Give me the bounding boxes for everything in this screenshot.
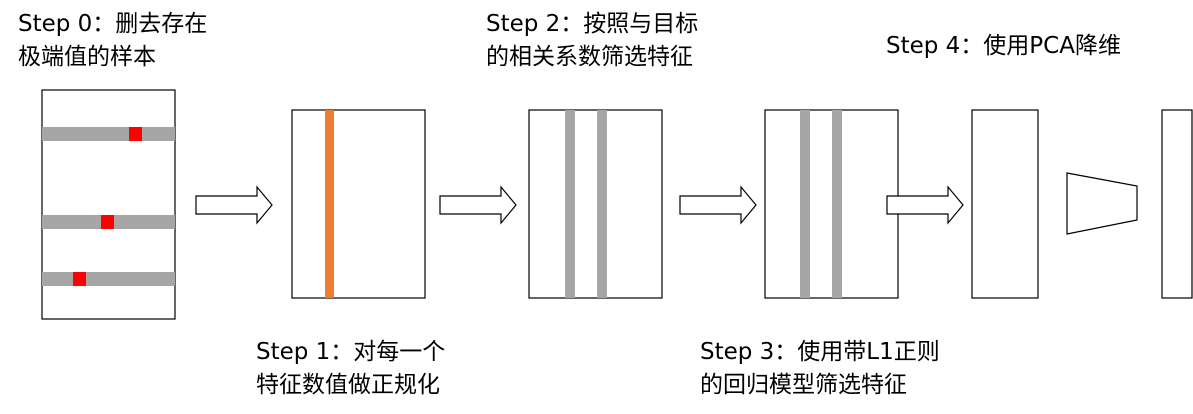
sample-row: [42, 127, 175, 141]
sample-row: [42, 272, 175, 286]
outlier-cell: [129, 127, 142, 141]
step3-matrix: [764, 109, 899, 299]
arrow-icon: [439, 185, 517, 225]
pca-input-matrix: [971, 109, 1039, 299]
step1-matrix: [291, 109, 426, 299]
arrow-icon: [195, 185, 273, 225]
pca-output-matrix: [1161, 109, 1193, 299]
outlier-cell: [73, 272, 86, 286]
step3-matrix-frame: [764, 109, 899, 299]
step2-matrix-frame: [528, 109, 663, 299]
normalized-feature-column: [325, 110, 334, 298]
selected-feature-column: [565, 110, 575, 298]
step2-matrix: [528, 109, 663, 299]
step1-matrix-frame: [291, 109, 426, 299]
pca-reduction-trapezoid-icon: [1066, 172, 1138, 235]
step0-matrix: [41, 89, 176, 320]
pipeline-diagram: Step 0：删去存在 极端值的样本 Step 1：对每一个 特征数值做正规化 …: [0, 0, 1193, 414]
selected-feature-column: [800, 110, 810, 298]
arrow-icon: [679, 185, 757, 225]
diagram-canvas: [41, 89, 1193, 320]
selected-feature-column: [597, 110, 607, 298]
selected-feature-column: [832, 110, 842, 298]
outlier-cell: [101, 215, 114, 229]
